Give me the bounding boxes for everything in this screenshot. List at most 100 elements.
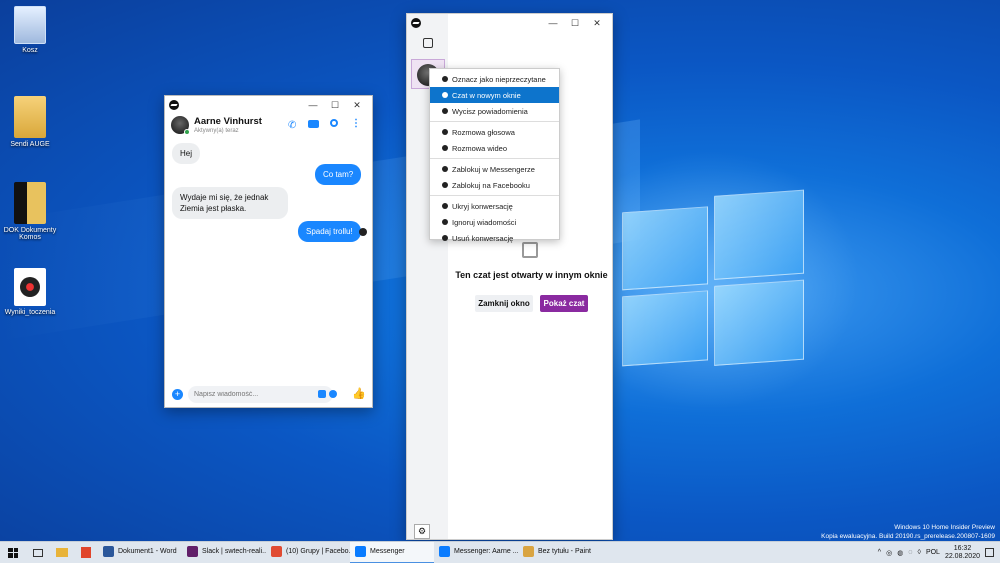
context-menu-item[interactable]: Oznacz jako nieprzeczytane [430, 71, 559, 87]
taskbar: Dokument1 - Word Slack | swtech-reali... (… [0, 541, 1000, 563]
chat-window: — ☐ ✕ Aarne Vinhurst Aktywny(a) teraz ✆ … [164, 95, 373, 408]
show-chat-button[interactable]: Pokaż czat [540, 295, 588, 312]
minimize-icon[interactable]: — [542, 18, 564, 29]
context-menu-item[interactable]: Usuń konwersację [430, 230, 559, 246]
context-menu-item-label: Zablokuj na Facebooku [452, 180, 530, 190]
desktop-icon-label: Wyniki_toczenia [4, 309, 56, 316]
desktop-icon-recycle-bin[interactable]: Kosz [0, 6, 60, 54]
close-icon[interactable]: ✕ [346, 100, 368, 111]
context-menu-item[interactable]: Zablokuj na Facebooku [430, 177, 559, 193]
context-menu-item-label: Zablokuj w Messengerze [452, 164, 535, 174]
windows-logo [622, 189, 804, 373]
taskbar-app[interactable]: Messenger [350, 541, 434, 563]
sticker-icon[interactable] [318, 390, 326, 398]
phone-icon[interactable]: ✆ [288, 120, 296, 131]
messenger-logo-icon [411, 18, 421, 28]
chat-bubble-icon [442, 76, 448, 82]
office-icon[interactable] [74, 542, 98, 563]
video-icon[interactable] [308, 120, 319, 128]
folder-icon [14, 96, 46, 138]
task-view-icon[interactable] [26, 542, 50, 563]
context-menu-item-label: Czat w nowym oknie [452, 90, 521, 100]
message-input[interactable] [188, 386, 333, 403]
context-menu-item[interactable]: Zablokuj w Messengerze [430, 161, 559, 177]
bell-icon [442, 108, 448, 114]
desktop-icon-media-file[interactable]: Wyniki_toczenia [0, 268, 60, 316]
plus-icon[interactable]: + [172, 389, 183, 400]
settings-icon[interactable]: ⚙ [414, 524, 430, 539]
context-menu-item[interactable]: Ukryj konwersację [430, 198, 559, 214]
start-button[interactable] [0, 542, 26, 563]
context-menu-item[interactable]: Wycisz powiadomienia [430, 103, 559, 119]
taskbar-app[interactable]: (10) Grupy | Facebo... [266, 542, 350, 563]
context-menu-item-label: Rozmowa wideo [452, 143, 508, 153]
search-icon[interactable] [330, 119, 338, 127]
message-outgoing: Spadaj trollu! [298, 221, 361, 242]
context-menu-item[interactable]: Rozmowa głosowa [430, 124, 559, 140]
emoji-icon[interactable] [329, 390, 337, 398]
contact-name[interactable]: Aarne Vinhurst [194, 116, 262, 127]
context-menu-item[interactable]: Rozmowa wideo [430, 140, 559, 156]
chat-titlebar[interactable]: — ☐ ✕ [165, 96, 372, 114]
new-message-icon[interactable] [423, 38, 433, 48]
open-elsewhere-text: Ten czat jest otwarty w innym oknie [455, 270, 608, 280]
chevron-up-icon[interactable]: ^ [878, 549, 881, 556]
taskbar-app-label: Bez tytułu - Paint [538, 548, 591, 555]
message-outgoing: Co tam? [315, 164, 362, 185]
maximize-icon[interactable]: ☐ [324, 100, 346, 111]
video-icon [442, 145, 448, 151]
contact-status: Aktywny(a) teraz [194, 128, 239, 134]
watermark-line: Windows 10 Home Insider Preview [894, 524, 995, 531]
taskbar-app[interactable]: Bez tytułu - Paint [518, 542, 602, 563]
composer: + 👍 [165, 384, 372, 408]
app-icon [187, 546, 198, 557]
desktop-icon-label: Kosz [22, 47, 38, 54]
context-menu-item-label: Oznacz jako nieprzeczytane [452, 74, 546, 84]
taskbar-app-label: Slack | swtech-reali... [202, 548, 266, 555]
desktop-icon-label: Sendi AUGE [10, 141, 50, 148]
clock-date: 22.08.2020 [944, 552, 980, 560]
menu-separator [430, 121, 559, 122]
speaker-icon[interactable]: ◊ [917, 549, 920, 556]
minimize-icon[interactable]: — [302, 100, 324, 111]
external-link-icon [442, 92, 448, 98]
taskbar-app-label: Dokument1 - Word [118, 548, 177, 555]
chat-header: Aarne Vinhurst Aktywny(a) teraz ✆ ⋮ [165, 114, 372, 138]
network-icon[interactable]: ◎ [886, 549, 892, 557]
context-menu-item-label: Rozmowa głosowa [452, 127, 515, 137]
close-icon[interactable]: ✕ [586, 18, 608, 29]
seen-avatar [359, 228, 367, 236]
ignore-icon [442, 219, 448, 225]
hide-icon [442, 203, 448, 209]
app-icon [103, 546, 114, 557]
wifi-icon[interactable]: ◌ [908, 549, 912, 556]
context-menu-item[interactable]: Ignoruj wiadomości [430, 214, 559, 230]
context-menu: Oznacz jako nieprzeczytane Czat w nowym o… [429, 68, 560, 243]
taskbar-app[interactable]: Messenger: Aarne ... [434, 542, 518, 563]
taskbar-app-label: Messenger: Aarne ... [454, 548, 518, 555]
volume-icon[interactable]: ◍ [897, 549, 903, 557]
like-icon[interactable]: 👍 [352, 387, 366, 400]
online-indicator [184, 129, 190, 135]
menu-separator [430, 158, 559, 159]
language-indicator[interactable]: POL [926, 549, 940, 556]
notification-icon[interactable] [985, 548, 994, 557]
windows-icon [8, 547, 18, 558]
desktop-icon-folder[interactable]: DOK Dokumenty Komos [0, 182, 60, 241]
clock[interactable]: 16:32 22.08.2020 [945, 545, 980, 561]
message-incoming: Hej [172, 143, 201, 164]
desktop-icon-folder[interactable]: Sendi AUGE [0, 96, 60, 148]
media-file-icon [14, 268, 46, 306]
taskbar-app-label: Messenger [370, 548, 405, 555]
menu-separator [430, 195, 559, 196]
clock-time: 16:32 [953, 544, 972, 552]
messenger-titlebar[interactable]: — ☐ ✕ [407, 14, 612, 32]
context-menu-item-label: Usuń konwersację [452, 233, 514, 243]
maximize-icon[interactable]: ☐ [564, 18, 586, 29]
file-explorer-icon[interactable] [50, 542, 74, 563]
taskbar-app[interactable]: Dokument1 - Word [98, 542, 182, 563]
more-options-icon[interactable]: ⋮ [351, 118, 361, 129]
close-window-button[interactable]: Zamknij okno [475, 295, 533, 312]
taskbar-app[interactable]: Slack | swtech-reali... [182, 542, 266, 563]
context-menu-item[interactable]: Czat w nowym oknie [430, 87, 559, 103]
